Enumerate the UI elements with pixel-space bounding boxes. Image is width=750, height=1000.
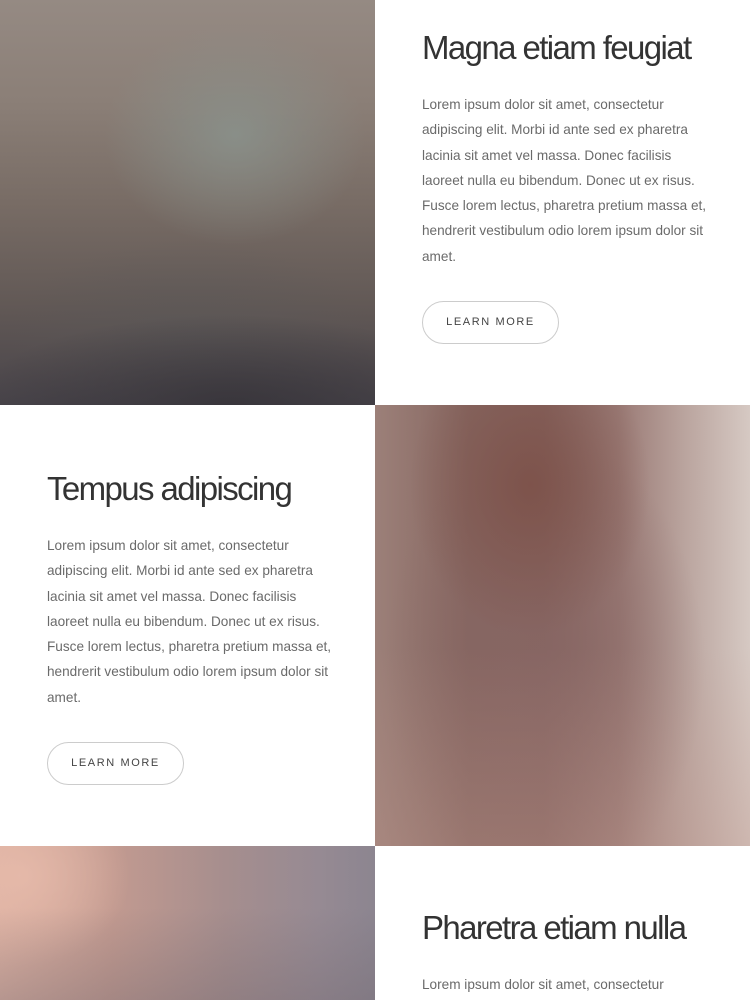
section-3-content: Pharetra etiam nulla Lorem ipsum dolor s…: [422, 906, 707, 997]
section-1-text-panel: Magna etiam feugiat Lorem ipsum dolor si…: [375, 0, 750, 405]
section-2-text-panel: Tempus adipiscing Lorem ipsum dolor sit …: [0, 405, 375, 846]
section-3-image[interactable]: [0, 846, 375, 1000]
section-3-body: Lorem ipsum dolor sit amet, consectetur: [422, 977, 664, 992]
section-1-heading: Magna etiam feugiat: [422, 29, 692, 66]
section-2-learn-more-button[interactable]: LEARN MORE: [47, 742, 184, 786]
section-1-learn-more-button[interactable]: LEARN MORE: [422, 301, 559, 345]
section-2-content: Tempus adipiscing Lorem ipsum dolor sit …: [47, 467, 332, 786]
spotlight-page: Magna etiam feugiat Lorem ipsum dolor si…: [0, 0, 750, 1000]
section-3-text-panel: Pharetra etiam nulla Lorem ipsum dolor s…: [375, 846, 750, 1000]
spotlight-section-2: Tempus adipiscing Lorem ipsum dolor sit …: [0, 405, 750, 846]
spotlight-section-3: Pharetra etiam nulla Lorem ipsum dolor s…: [0, 846, 750, 1000]
section-2-heading: Tempus adipiscing: [47, 470, 293, 507]
section-2-image[interactable]: [375, 405, 750, 846]
section-1-body: Lorem ipsum dolor sit amet, consectetur …: [422, 97, 707, 264]
section-2-body: Lorem ipsum dolor sit amet, consectetur …: [47, 538, 332, 705]
spotlight-section-1: Magna etiam feugiat Lorem ipsum dolor si…: [0, 0, 750, 405]
section-1-content: Magna etiam feugiat Lorem ipsum dolor si…: [422, 26, 707, 345]
section-1-image[interactable]: [0, 0, 375, 405]
section-3-heading: Pharetra etiam nulla: [422, 909, 687, 946]
